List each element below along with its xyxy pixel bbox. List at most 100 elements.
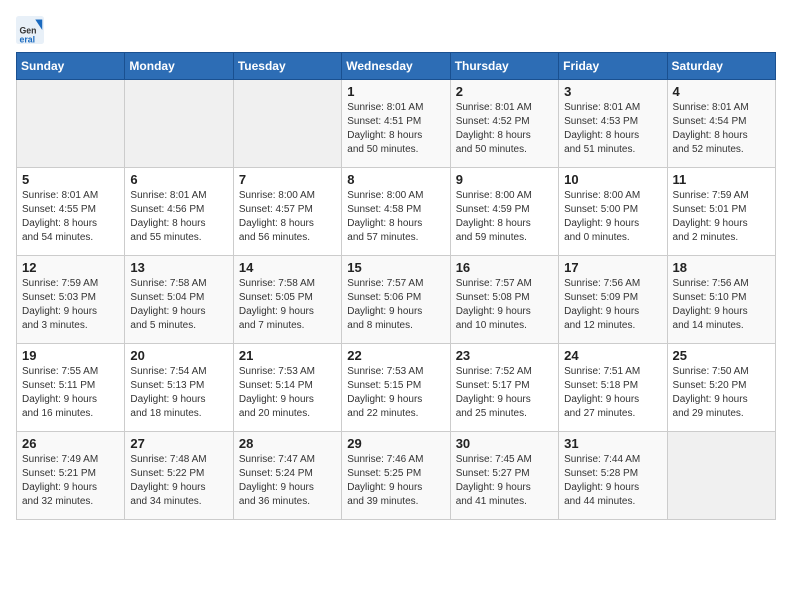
header: Gen eral (16, 16, 776, 44)
day-number: 6 (130, 172, 227, 187)
calendar-cell: 25Sunrise: 7:50 AM Sunset: 5:20 PM Dayli… (667, 344, 775, 432)
day-info: Sunrise: 7:59 AM Sunset: 5:01 PM Dayligh… (673, 189, 770, 245)
day-number: 5 (22, 172, 119, 187)
day-number: 26 (22, 436, 119, 451)
weekday-header-saturday: Saturday (667, 53, 775, 80)
calendar-cell (667, 432, 775, 520)
calendar-cell: 4 Sunrise: 8:01 AM Sunset: 4:54 PM Daylig… (667, 80, 775, 168)
day-number: 12 (22, 260, 119, 275)
day-number: 29 (347, 436, 444, 451)
calendar-cell: 16Sunrise: 7:57 AM Sunset: 5:08 PM Dayli… (450, 256, 558, 344)
calendar-week-4: 19 Sunrise: 7:55 AM Sunset: 5:11 PM Dayli… (17, 344, 776, 432)
day-number: 23 (456, 348, 553, 363)
day-info: Sunrise: 7:56 AM Sunset: 5:09 PM Dayligh… (564, 277, 661, 333)
day-number: 21 (239, 348, 336, 363)
day-info: Sunrise: 8:00 AM Sunset: 4:59 PM Dayligh… (456, 189, 553, 245)
calendar-cell: 30 Sunrise: 7:45 AM Sunset: 5:27 PM Dayli… (450, 432, 558, 520)
calendar-week-2: 5 Sunrise: 8:01 AM Sunset: 4:55 PM Daylig… (17, 168, 776, 256)
calendar-cell: 17 Sunrise: 7:56 AM Sunset: 5:09 PM Dayli… (559, 256, 667, 344)
day-number: 20 (130, 348, 227, 363)
day-number: 27 (130, 436, 227, 451)
day-info: Sunrise: 7:46 AM Sunset: 5:25 PM Dayligh… (347, 453, 444, 509)
day-number: 15 (347, 260, 444, 275)
logo: Gen eral (16, 16, 48, 44)
day-number: 3 (564, 84, 661, 99)
day-number: 28 (239, 436, 336, 451)
calendar-cell: 7Sunrise: 8:00 AM Sunset: 4:57 PM Daylig… (233, 168, 341, 256)
day-number: 16 (456, 260, 553, 275)
day-info: Sunrise: 7:53 AM Sunset: 5:15 PM Dayligh… (347, 365, 444, 421)
day-info: Sunrise: 7:45 AM Sunset: 5:27 PM Dayligh… (456, 453, 553, 509)
day-info: Sunrise: 7:48 AM Sunset: 5:22 PM Dayligh… (130, 453, 227, 509)
day-number: 30 (456, 436, 553, 451)
calendar-cell: 13Sunrise: 7:58 AM Sunset: 5:04 PM Dayli… (125, 256, 233, 344)
calendar-cell: 22 Sunrise: 7:53 AM Sunset: 5:15 PM Dayli… (342, 344, 450, 432)
day-info: Sunrise: 7:44 AM Sunset: 5:28 PM Dayligh… (564, 453, 661, 509)
day-info: Sunrise: 8:01 AM Sunset: 4:51 PM Dayligh… (347, 101, 444, 157)
calendar-week-1: 1 Sunrise: 8:01 AM Sunset: 4:51 PM Daylig… (17, 80, 776, 168)
day-number: 25 (673, 348, 770, 363)
calendar-cell: 15Sunrise: 7:57 AM Sunset: 5:06 PM Dayli… (342, 256, 450, 344)
calendar-cell: 12 Sunrise: 7:59 AM Sunset: 5:03 PM Dayli… (17, 256, 125, 344)
calendar-cell: 8 Sunrise: 8:00 AM Sunset: 4:58 PM Daylig… (342, 168, 450, 256)
calendar-table: SundayMondayTuesdayWednesdayThursdayFrid… (16, 52, 776, 520)
calendar-cell: 3 Sunrise: 8:01 AM Sunset: 4:53 PM Daylig… (559, 80, 667, 168)
calendar-cell: 31 Sunrise: 7:44 AM Sunset: 5:28 PM Dayli… (559, 432, 667, 520)
day-info: Sunrise: 8:01 AM Sunset: 4:52 PM Dayligh… (456, 101, 553, 157)
day-info: Sunrise: 7:51 AM Sunset: 5:18 PM Dayligh… (564, 365, 661, 421)
weekday-header-sunday: Sunday (17, 53, 125, 80)
day-number: 17 (564, 260, 661, 275)
day-number: 4 (673, 84, 770, 99)
calendar-cell: 10 Sunrise: 8:00 AM Sunset: 5:00 PM Dayli… (559, 168, 667, 256)
day-info: Sunrise: 8:00 AM Sunset: 4:58 PM Dayligh… (347, 189, 444, 245)
weekday-header-tuesday: Tuesday (233, 53, 341, 80)
day-number: 7 (239, 172, 336, 187)
day-number: 31 (564, 436, 661, 451)
calendar-cell: 27 Sunrise: 7:48 AM Sunset: 5:22 PM Dayli… (125, 432, 233, 520)
day-info: Sunrise: 8:01 AM Sunset: 4:54 PM Dayligh… (673, 101, 770, 157)
day-info: Sunrise: 8:01 AM Sunset: 4:53 PM Dayligh… (564, 101, 661, 157)
calendar-cell: 1 Sunrise: 8:01 AM Sunset: 4:51 PM Daylig… (342, 80, 450, 168)
day-number: 11 (673, 172, 770, 187)
day-number: 19 (22, 348, 119, 363)
day-number: 10 (564, 172, 661, 187)
weekday-header-monday: Monday (125, 53, 233, 80)
day-info: Sunrise: 7:47 AM Sunset: 5:24 PM Dayligh… (239, 453, 336, 509)
day-number: 22 (347, 348, 444, 363)
calendar-cell: 29 Sunrise: 7:46 AM Sunset: 5:25 PM Dayli… (342, 432, 450, 520)
calendar-cell: 6Sunrise: 8:01 AM Sunset: 4:56 PM Daylig… (125, 168, 233, 256)
svg-text:eral: eral (20, 34, 36, 44)
day-info: Sunrise: 7:52 AM Sunset: 5:17 PM Dayligh… (456, 365, 553, 421)
calendar-cell: 11 Sunrise: 7:59 AM Sunset: 5:01 PM Dayli… (667, 168, 775, 256)
day-number: 1 (347, 84, 444, 99)
calendar-cell: 19 Sunrise: 7:55 AM Sunset: 5:11 PM Dayli… (17, 344, 125, 432)
calendar-cell: 23 Sunrise: 7:52 AM Sunset: 5:17 PM Dayli… (450, 344, 558, 432)
day-info: Sunrise: 7:49 AM Sunset: 5:21 PM Dayligh… (22, 453, 119, 509)
logo-icon: Gen eral (16, 16, 44, 44)
day-number: 9 (456, 172, 553, 187)
calendar-cell (17, 80, 125, 168)
day-info: Sunrise: 7:58 AM Sunset: 5:04 PM Dayligh… (130, 277, 227, 333)
calendar-cell: 5 Sunrise: 8:01 AM Sunset: 4:55 PM Daylig… (17, 168, 125, 256)
day-info: Sunrise: 7:58 AM Sunset: 5:05 PM Dayligh… (239, 277, 336, 333)
day-number: 24 (564, 348, 661, 363)
day-info: Sunrise: 7:53 AM Sunset: 5:14 PM Dayligh… (239, 365, 336, 421)
calendar-cell: 28 Sunrise: 7:47 AM Sunset: 5:24 PM Dayli… (233, 432, 341, 520)
calendar-cell: 9 Sunrise: 8:00 AM Sunset: 4:59 PM Daylig… (450, 168, 558, 256)
calendar-cell: 2 Sunrise: 8:01 AM Sunset: 4:52 PM Daylig… (450, 80, 558, 168)
day-info: Sunrise: 8:00 AM Sunset: 5:00 PM Dayligh… (564, 189, 661, 245)
day-number: 2 (456, 84, 553, 99)
weekday-header-thursday: Thursday (450, 53, 558, 80)
day-info: Sunrise: 7:55 AM Sunset: 5:11 PM Dayligh… (22, 365, 119, 421)
calendar-cell (233, 80, 341, 168)
day-info: Sunrise: 8:01 AM Sunset: 4:55 PM Dayligh… (22, 189, 119, 245)
day-number: 8 (347, 172, 444, 187)
weekday-header-friday: Friday (559, 53, 667, 80)
calendar-cell: 24 Sunrise: 7:51 AM Sunset: 5:18 PM Dayli… (559, 344, 667, 432)
day-info: Sunrise: 7:59 AM Sunset: 5:03 PM Dayligh… (22, 277, 119, 333)
calendar-cell: 18 Sunrise: 7:56 AM Sunset: 5:10 PM Dayli… (667, 256, 775, 344)
calendar-week-5: 26 Sunrise: 7:49 AM Sunset: 5:21 PM Dayli… (17, 432, 776, 520)
day-info: Sunrise: 7:56 AM Sunset: 5:10 PM Dayligh… (673, 277, 770, 333)
day-number: 18 (673, 260, 770, 275)
weekday-header-wednesday: Wednesday (342, 53, 450, 80)
